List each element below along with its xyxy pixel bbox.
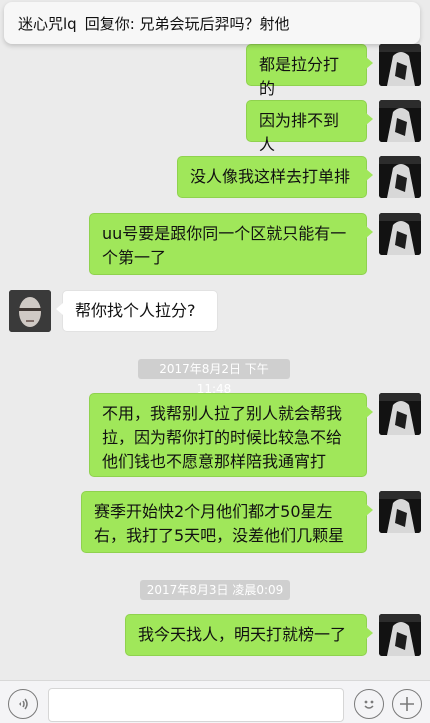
timestamp: 2017年8月3日 凌晨0:09: [140, 580, 290, 600]
my-avatar[interactable]: [379, 614, 421, 656]
message-bubble-sent[interactable]: uu号要是跟你同一个区就只能有一个第一了: [89, 213, 373, 275]
message-input[interactable]: [48, 688, 344, 722]
notification-text: 回复你: 兄弟会玩后羿吗？射他: [84, 14, 290, 33]
message-text: 帮你找个人拉分?: [75, 301, 196, 320]
contact-avatar[interactable]: [9, 290, 51, 332]
message-text: 都是拉分打的: [259, 55, 340, 98]
voice-icon[interactable]: [8, 689, 38, 719]
my-avatar[interactable]: [379, 100, 421, 142]
message-text: 因为排不到人: [259, 111, 340, 154]
timestamp: 2017年8月2日 下午11:48: [138, 359, 290, 396]
my-avatar[interactable]: [379, 393, 421, 435]
my-avatar[interactable]: [379, 156, 421, 198]
message-text: 不用，我帮别人拉了别人就会帮我拉，因为帮你打的时候比较急不给他们钱也不愿意那样陪…: [102, 404, 343, 471]
message-bubble-sent[interactable]: 赛季开始快2个月他们都才50星左右，我打了5天吧，没差他们几颗星: [81, 491, 373, 553]
message-bubble-sent[interactable]: 都是拉分打的: [246, 44, 373, 98]
notification-banner[interactable]: 迷心咒lq 回复你: 兄弟会玩后羿吗？射他: [4, 2, 420, 44]
my-avatar[interactable]: [379, 491, 421, 533]
emoji-icon[interactable]: [354, 689, 384, 719]
message-text: 没人像我这样去打单排: [190, 167, 351, 186]
message-text: uu号要是跟你同一个区就只能有一个第一了: [102, 224, 347, 267]
chat-input-bar: [0, 680, 430, 723]
message-bubble-sent[interactable]: 因为排不到人: [246, 100, 373, 154]
message-bubble-sent[interactable]: 没人像我这样去打单排: [177, 156, 373, 198]
notification-sender: 迷心咒lq: [18, 14, 77, 33]
message-bubble-sent[interactable]: 我今天找人，明天打就榜一了: [125, 614, 373, 656]
message-bubble-sent[interactable]: 不用，我帮别人拉了别人就会帮我拉，因为帮你打的时候比较急不给他们钱也不愿意那样陪…: [89, 393, 373, 477]
my-avatar[interactable]: [379, 44, 421, 86]
message-text: 我今天找人，明天打就榜一了: [138, 625, 347, 644]
message-text: 赛季开始快2个月他们都才50星左右，我打了5天吧，没差他们几颗星: [94, 502, 345, 545]
message-bubble-received[interactable]: 帮你找个人拉分?: [56, 290, 218, 332]
my-avatar[interactable]: [379, 213, 421, 255]
plus-icon[interactable]: [392, 689, 422, 719]
